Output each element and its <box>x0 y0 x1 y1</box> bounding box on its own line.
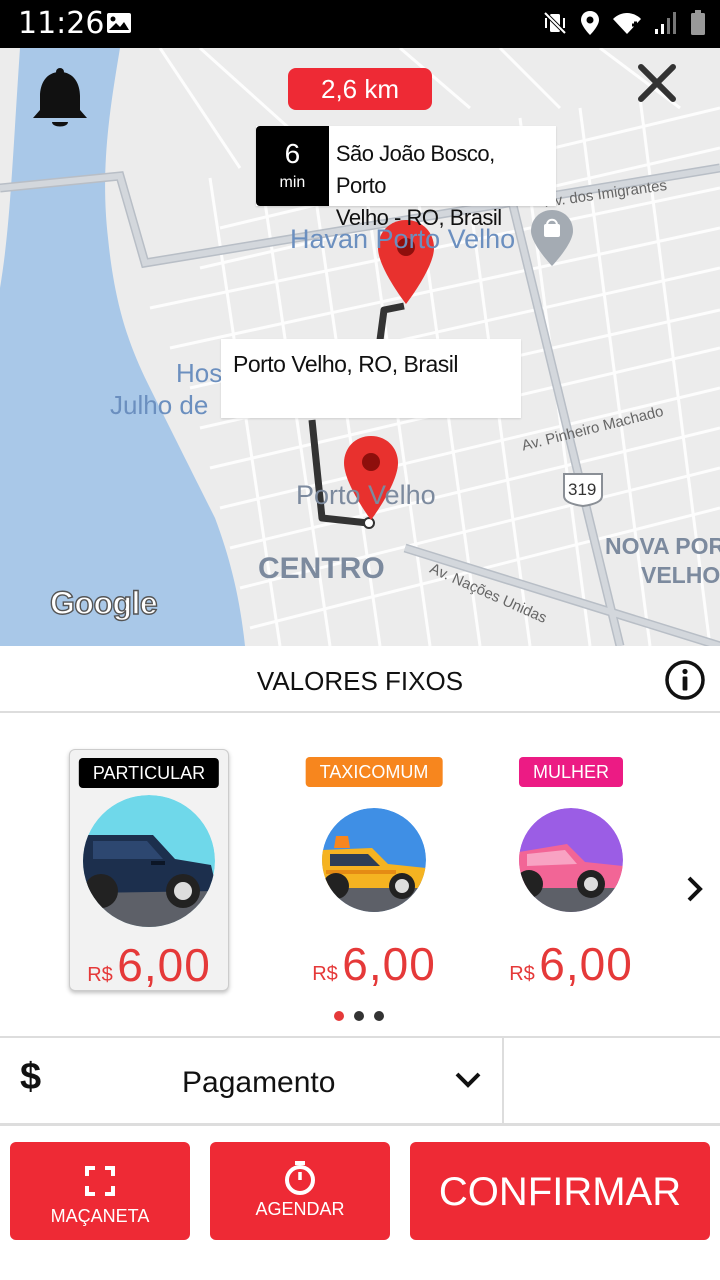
fixed-values-header: VALORES FIXOS <box>0 646 720 713</box>
page-dot <box>354 1011 364 1021</box>
payment-divider <box>502 1038 504 1126</box>
close-icon[interactable] <box>636 62 678 104</box>
payment-row: $ Pagamento <box>0 1036 720 1126</box>
car-mulher-icon <box>519 808 623 912</box>
agendar-button[interactable]: AGENDAR <box>210 1142 390 1240</box>
category-particular[interactable]: PARTICULAR R$ 6,00 <box>69 749 229 991</box>
eta-box: 6 min <box>256 126 329 206</box>
status-bar: 11:26 <box>0 0 720 48</box>
agendar-label: AGENDAR <box>255 1199 345 1219</box>
distance-badge: 2,6 km <box>288 68 432 110</box>
map-label-nova-porto: NOVA POR <box>605 533 720 559</box>
vibrate-mute-icon <box>543 11 567 35</box>
battery-icon <box>691 10 705 35</box>
map-label-hospital: Hos <box>176 358 223 388</box>
price-currency: R$ <box>312 963 338 985</box>
price-mulher: R$ 6,00 <box>491 937 651 991</box>
category-carousel[interactable]: PARTICULAR R$ 6,00 TAXICOMUM R$ 6,00 MUL… <box>0 715 720 1035</box>
car-taxi-icon <box>322 808 426 912</box>
category-badge-particular: PARTICULAR <box>78 758 220 788</box>
stopwatch-icon <box>285 1161 315 1195</box>
map-label-route-319: 319 <box>568 480 597 499</box>
page-dot <box>374 1011 384 1021</box>
dollar-icon: $ <box>20 1056 42 1098</box>
signal-icon <box>655 12 676 34</box>
chevron-down-icon[interactable] <box>454 1070 482 1090</box>
category-taxicomum[interactable]: TAXICOMUM R$ 6,00 <box>294 749 454 991</box>
category-badge-taxicomum: TAXICOMUM <box>305 757 443 787</box>
category-badge-mulher: MULHER <box>518 757 624 787</box>
map-label-hospital-2: Julho de <box>110 390 209 420</box>
origin-callout: Porto Velho, RO, Brasil <box>221 339 521 418</box>
destination-address: São João Bosco, Porto Velho - RO, Brasil <box>329 126 556 230</box>
category-mulher[interactable]: MULHER R$ 6,00 <box>491 749 651 991</box>
fixed-values-title: VALORES FIXOS <box>256 666 464 696</box>
price-taxicomum: R$ 6,00 <box>294 937 454 991</box>
price-value: 6,00 <box>117 939 211 991</box>
google-logo: Google <box>49 584 158 621</box>
destination-line-2: Velho - RO, Brasil <box>335 205 502 230</box>
eta-unit: min <box>279 174 306 191</box>
bell-icon[interactable] <box>30 66 90 132</box>
map-label-nova-porto-2: VELHO <box>641 562 720 588</box>
image-notification-icon <box>107 13 131 33</box>
price-currency: R$ <box>509 963 535 985</box>
eta-value: 6 <box>284 138 301 169</box>
macaneta-button[interactable]: MAÇANETA <box>10 1142 190 1240</box>
payment-select[interactable]: Pagamento <box>182 1066 335 1100</box>
info-icon[interactable] <box>664 659 706 701</box>
macaneta-label: MAÇANETA <box>50 1206 150 1226</box>
price-value: 6,00 <box>342 938 436 990</box>
map-label-centro: CENTRO <box>258 552 385 585</box>
status-time: 11:26 <box>18 6 105 41</box>
destination-line-1: São João Bosco, Porto <box>335 141 495 198</box>
confirm-button[interactable]: CONFIRMAR <box>410 1142 710 1240</box>
map-label-porto-velho: Porto Velho <box>296 480 436 510</box>
price-value: 6,00 <box>539 938 633 990</box>
location-icon <box>581 11 599 35</box>
confirm-label: CONFIRMAR <box>438 1170 682 1214</box>
price-currency: R$ <box>87 964 113 986</box>
carousel-pagination <box>334 1011 384 1021</box>
car-particular-icon <box>83 795 215 927</box>
fullscreen-icon <box>85 1166 115 1196</box>
price-particular: R$ 6,00 <box>70 938 228 992</box>
wifi-icon <box>613 13 641 34</box>
page-dot-active <box>334 1011 344 1021</box>
map-view[interactable]: Havan Porto Velho Hos Julho de Porto Vel… <box>0 48 720 646</box>
chevron-right-icon[interactable] <box>684 875 706 903</box>
destination-callout: 6 min São João Bosco, Porto Velho - RO, … <box>256 126 556 230</box>
status-icons <box>542 10 706 36</box>
